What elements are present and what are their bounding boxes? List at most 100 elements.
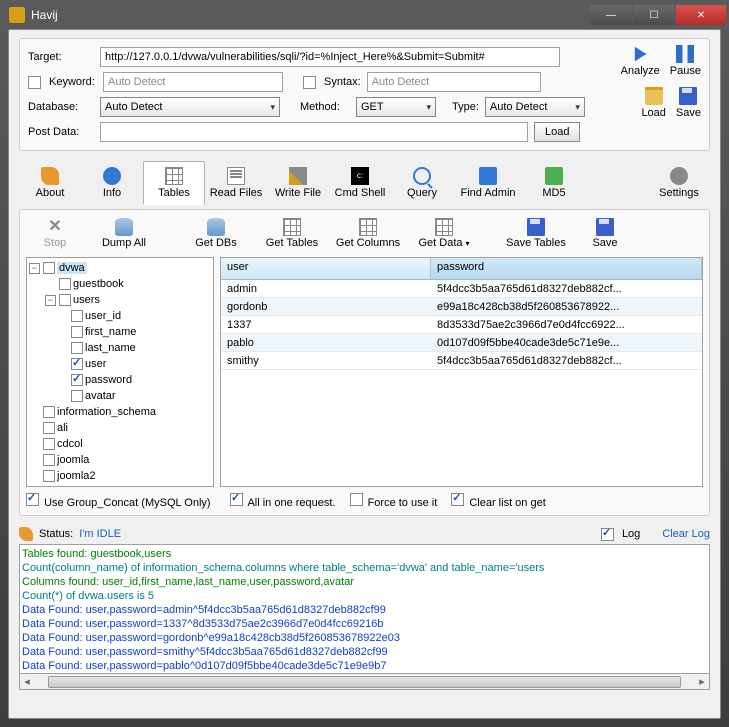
tree-checkbox[interactable] — [71, 342, 83, 354]
tree-table-users[interactable]: users — [73, 294, 100, 306]
play-icon — [631, 45, 649, 63]
table-row[interactable]: smithy5f4dcc3b5aa765d61d8327deb882cf... — [221, 352, 702, 370]
tab-settings[interactable]: Settings — [648, 161, 710, 205]
log-checkbox[interactable] — [601, 528, 614, 541]
db-tree[interactable]: − dvwa guestbook − users user_id first_nam… — [26, 257, 214, 487]
tree-collapse-icon[interactable]: − — [45, 295, 56, 306]
tab-md5[interactable]: MD5 — [523, 161, 585, 205]
tree-db-cdcol[interactable]: cdcol — [57, 438, 83, 450]
save-button[interactable]: Save — [676, 87, 701, 119]
tree-checkbox[interactable] — [43, 422, 55, 434]
allinone-label: All in one request. — [247, 497, 335, 509]
tree-db-joomla2[interactable]: joomla2 — [57, 470, 96, 482]
tree-db-checkbox[interactable] — [43, 262, 55, 274]
postdata-input[interactable] — [100, 122, 528, 142]
sub-toolbar: ✕Stop Dump All Get DBs Get Tables Get Co… — [26, 216, 703, 251]
minimize-button[interactable]: — — [590, 5, 632, 25]
tree-checkbox[interactable] — [71, 358, 83, 370]
horizontal-scrollbar[interactable]: ◂ ▸ — [19, 674, 710, 690]
tree-checkbox[interactable] — [59, 294, 71, 306]
query-icon — [413, 167, 431, 185]
tree-checkbox[interactable] — [71, 310, 83, 322]
postdata-load-button[interactable]: Load — [534, 122, 580, 142]
tree-col-userid[interactable]: user_id — [85, 310, 121, 322]
scroll-thumb[interactable] — [48, 676, 681, 688]
get-columns-button[interactable]: Get Columns — [332, 216, 404, 251]
tab-write-file[interactable]: Write File — [267, 161, 329, 205]
tree-checkbox[interactable] — [71, 326, 83, 338]
get-data-button[interactable]: Get Data — [408, 216, 480, 251]
tree-db-infoschema[interactable]: information_schema — [57, 406, 156, 418]
data-grid[interactable]: user password admin5f4dcc3b5aa765d61d832… — [220, 257, 703, 487]
grid-header-password[interactable]: password — [431, 258, 702, 279]
tree-col-firstname[interactable]: first_name — [85, 326, 136, 338]
tab-tables[interactable]: Tables — [143, 161, 205, 205]
keyword-checkbox[interactable] — [28, 76, 41, 89]
tab-read-files[interactable]: Read Files — [205, 161, 267, 205]
tab-info[interactable]: Info — [81, 161, 143, 205]
table-row[interactable]: 13378d3533d75ae2c3966d7e0d4fcc6922... — [221, 316, 702, 334]
gettables-icon — [283, 218, 301, 236]
type-select[interactable]: Auto Detect — [485, 97, 585, 117]
md5-icon — [545, 167, 563, 185]
floppy-icon — [679, 87, 697, 105]
keyword-input[interactable] — [103, 72, 283, 92]
close-button[interactable]: ✕ — [676, 5, 726, 25]
tab-cmd-shell[interactable]: c:Cmd Shell — [329, 161, 391, 205]
getdata-icon — [435, 218, 453, 236]
syntax-input[interactable] — [367, 72, 541, 92]
method-select[interactable]: GET — [356, 97, 436, 117]
save-sub-button[interactable]: Save — [576, 216, 634, 251]
save-tables-button[interactable]: Save Tables — [500, 216, 572, 251]
log-line: Data Found: user,password=gordonb^e99a18… — [22, 631, 707, 645]
savetables-icon — [527, 218, 545, 236]
sub-panel: ✕Stop Dump All Get DBs Get Tables Get Co… — [19, 209, 710, 516]
get-tables-button[interactable]: Get Tables — [256, 216, 328, 251]
syntax-checkbox[interactable] — [303, 76, 316, 89]
tab-find-admin[interactable]: Find Admin — [453, 161, 523, 205]
analyze-button[interactable]: Analyze — [621, 45, 660, 77]
stop-button[interactable]: ✕Stop — [26, 216, 84, 251]
tab-about[interactable]: About — [19, 161, 81, 205]
dump-all-button[interactable]: Dump All — [88, 216, 160, 251]
log-output[interactable]: Tables found: guestbook,usersCount(colum… — [19, 544, 710, 674]
tree-col-lastname[interactable]: last_name — [85, 342, 136, 354]
tree-checkbox[interactable] — [71, 374, 83, 386]
tree-db-dvwa[interactable]: dvwa — [57, 262, 87, 274]
database-select[interactable]: Auto Detect — [100, 97, 280, 117]
tree-db-ali[interactable]: ali — [57, 422, 68, 434]
cell-user: smithy — [221, 355, 431, 367]
maximize-button[interactable]: ☐ — [633, 5, 675, 25]
groupconcat-checkbox[interactable] — [26, 493, 39, 506]
clearlist-checkbox[interactable] — [451, 493, 464, 506]
tree-col-password[interactable]: password — [85, 374, 132, 386]
tree-col-user[interactable]: user — [85, 358, 106, 370]
status-icon — [19, 527, 33, 541]
target-panel: Analyze Pause Load Save Target: — [19, 38, 710, 151]
tree-checkbox[interactable] — [71, 390, 83, 402]
table-row[interactable]: admin5f4dcc3b5aa765d61d8327deb882cf... — [221, 280, 702, 298]
tree-checkbox[interactable] — [43, 470, 55, 482]
target-input[interactable] — [100, 47, 560, 67]
tree-col-avatar[interactable]: avatar — [85, 390, 116, 402]
clear-log-link[interactable]: Clear Log — [662, 528, 710, 540]
allinone-checkbox[interactable] — [230, 493, 243, 506]
cell-password: 0d107d09f5bbe40cade3de5c71e9e... — [431, 337, 702, 349]
tree-db-joomla[interactable]: joomla — [57, 454, 89, 466]
tree-collapse-icon[interactable]: − — [29, 263, 40, 274]
tree-checkbox[interactable] — [59, 278, 71, 290]
tree-table-guestbook[interactable]: guestbook — [73, 278, 124, 290]
force-checkbox[interactable] — [350, 493, 363, 506]
table-row[interactable]: gordonbe99a18c428cb38d5f260853678922... — [221, 298, 702, 316]
tree-checkbox[interactable] — [43, 438, 55, 450]
pause-button[interactable]: Pause — [670, 45, 701, 77]
table-row[interactable]: pablo0d107d09f5bbe40cade3de5c71e9e... — [221, 334, 702, 352]
get-dbs-button[interactable]: Get DBs — [180, 216, 252, 251]
status-bar: Status: I'm IDLE Log Clear Log — [19, 524, 710, 544]
tree-checkbox[interactable] — [43, 454, 55, 466]
tree-checkbox[interactable] — [43, 406, 55, 418]
titlebar[interactable]: Havij — ☐ ✕ — [1, 1, 728, 29]
tab-query[interactable]: Query — [391, 161, 453, 205]
grid-header-user[interactable]: user — [221, 258, 431, 279]
load-button[interactable]: Load — [641, 87, 665, 119]
